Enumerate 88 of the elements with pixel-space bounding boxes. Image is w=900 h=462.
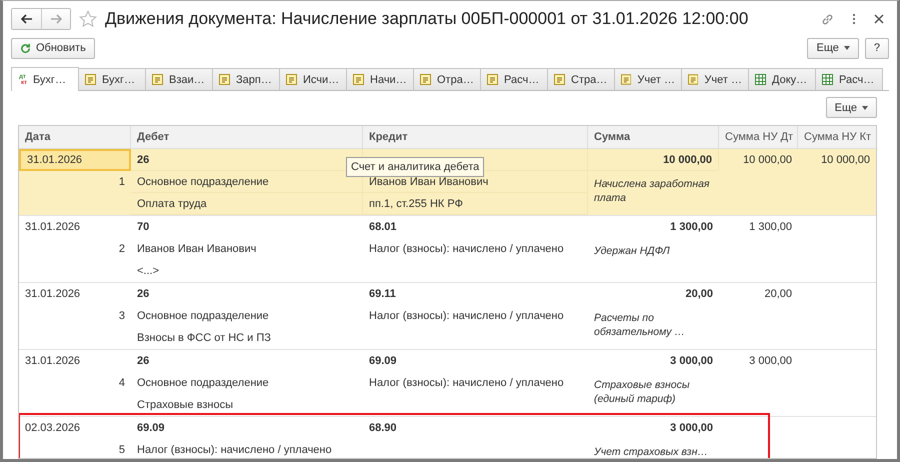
register-icon — [353, 74, 364, 85]
row-number: 2 — [118, 242, 126, 257]
table-cell-text: 68.90 — [368, 421, 398, 436]
help-button[interactable]: ? — [864, 38, 889, 58]
table-cell-text: Основное подразделение — [136, 376, 270, 391]
table-cell-text: 1 300,00 — [748, 220, 793, 235]
table-cell: пп.1, ст.255 НК РФ — [363, 193, 588, 215]
arrow-left-icon — [20, 14, 32, 24]
table-cell-text: 31.01.2026 — [24, 354, 82, 369]
register-icon — [420, 74, 431, 85]
refresh-button[interactable]: Обновить — [11, 38, 95, 58]
table-cell-text: 69.09 — [136, 421, 166, 436]
table-cell-text: Налог (взносы): начислено / уплачено — [368, 309, 565, 324]
table-cell-text: Налог (взносы): начислено / уплачено — [368, 242, 565, 257]
table-cell-text: 70 — [136, 220, 150, 235]
row-number: 5 — [118, 443, 126, 458]
tab[interactable]: Взаи… — [145, 68, 213, 90]
tooltip: Счет и аналитика дебета — [346, 157, 484, 177]
table-cell-text: <...> — [136, 264, 160, 279]
tab[interactable]: Учет … — [681, 68, 749, 90]
tab[interactable]: Бухг… — [78, 68, 146, 90]
table-cell-text: Налог (взносы): начислено / уплачено — [368, 376, 565, 391]
register-icon — [152, 74, 163, 85]
star-icon[interactable] — [79, 10, 97, 28]
table-cell-text: Иванов Иван Иванович — [136, 242, 258, 257]
tab[interactable]: Расч… — [480, 68, 548, 90]
row-number: 3 — [118, 309, 126, 324]
table-cell-text: Основное подразделение — [136, 309, 270, 324]
table-cell: 10 000,00 — [588, 149, 719, 171]
table-cell-text: Взносы в ФСС от НС и ПЗ — [136, 331, 272, 346]
table-cell-text: 26 — [136, 287, 150, 302]
tab[interactable]: Отра… — [413, 68, 481, 90]
row-number: 4 — [118, 376, 126, 391]
register-icon — [688, 74, 698, 85]
table-cell-text: 3 000,00 — [669, 354, 714, 369]
table-cell-text: 3 000,00 — [748, 354, 793, 369]
table-cell-text: Удержан НДФЛ — [593, 244, 671, 259]
tab[interactable]: Исчи… — [279, 68, 347, 90]
table-cell-text: 20,00 — [684, 287, 714, 302]
tab[interactable]: Учет … — [614, 68, 682, 90]
window-title: Движения документа: Начисление зарплаты 00БП-000001 от 31.01.2026 12:00:00 — [105, 9, 750, 29]
table-cell-text: Расчеты по обязательному … — [593, 311, 686, 340]
table-cell-text: 26 — [136, 354, 150, 369]
table-cell-text: Страховые взносы — [136, 398, 234, 413]
table-cell-text: 10 000,00 — [742, 153, 793, 168]
table-cell-text: Налог (взносы): начислено / уплачено — [136, 443, 333, 458]
table-cell-text: Учет страховых взн… — [593, 445, 709, 458]
table-cell-text: 69.09 — [368, 354, 398, 369]
table-cell-text: 68.01 — [368, 220, 398, 235]
caret-icon — [844, 46, 850, 50]
table-cell-text: 1 300,00 — [669, 220, 714, 235]
column-header[interactable]: Сумма НУ Кт — [798, 126, 876, 148]
table-cell: 31.01.2026 — [19, 149, 131, 171]
table-cell-text: 3 000,00 — [669, 421, 714, 436]
table-cell-text: 31.01.2026 — [24, 287, 82, 302]
register-icon — [487, 74, 498, 85]
register-icon — [286, 74, 297, 85]
table-cell-text: 31.01.2026 — [24, 220, 82, 235]
row-number: 1 — [118, 175, 126, 190]
table-cell-text: 69.11 — [368, 287, 397, 302]
refresh-icon — [20, 42, 31, 54]
tab[interactable]: Зарп… — [212, 68, 280, 90]
table-cell-text: Страховые взносы (единый тариф) — [593, 378, 691, 407]
back-button[interactable] — [12, 9, 41, 29]
column-header[interactable]: Сумма — [588, 126, 719, 148]
table-more-button[interactable]: Еще — [826, 97, 877, 118]
tab[interactable]: Доку… — [748, 68, 816, 90]
table-cell-text: Начислена заработная плата — [593, 177, 711, 206]
table-cell-text: 10 000,00 — [820, 153, 871, 168]
register-icon — [621, 74, 632, 85]
column-header[interactable]: Дата — [19, 126, 131, 148]
column-header[interactable]: Кредит — [363, 126, 588, 148]
column-header[interactable]: Сумма НУ Дт — [719, 126, 798, 148]
more-button[interactable]: Еще — [807, 38, 859, 58]
register-icon — [554, 74, 565, 85]
table-icon — [755, 74, 766, 85]
register-icon — [85, 74, 96, 85]
table-cell-text: 20,00 — [763, 287, 793, 302]
caret-icon — [862, 106, 868, 110]
column-header[interactable]: Дебет — [131, 126, 363, 148]
tab[interactable]: Стра… — [547, 68, 615, 90]
tab[interactable]: Начи… — [346, 68, 414, 90]
register-icon — [219, 74, 230, 85]
tab[interactable]: Расч… — [815, 68, 883, 90]
arrow-right-icon — [50, 14, 62, 24]
table-cell-text: 02.03.2026 — [24, 421, 82, 436]
table-icon — [822, 74, 833, 85]
table-cell: Оплата труда — [131, 193, 363, 215]
